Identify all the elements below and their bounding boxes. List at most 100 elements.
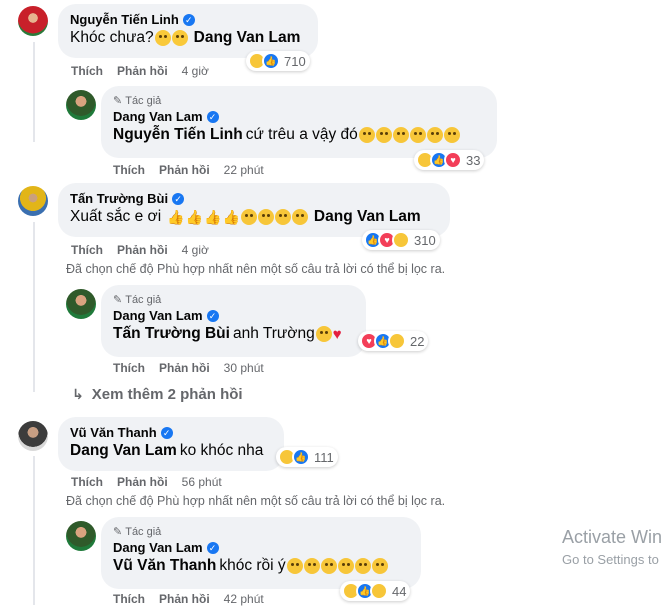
thumbs-up-emoji-icon: 👍: [222, 208, 240, 225]
like-button[interactable]: Thích: [71, 64, 103, 78]
avatar[interactable]: [18, 6, 48, 36]
reply-button[interactable]: Phản hồi: [159, 361, 210, 375]
thread-line: [33, 456, 35, 605]
weary-emoji-icon: [358, 127, 375, 143]
commenter-name[interactable]: Dang Van Lam ✓: [113, 109, 485, 124]
commenter-name-text[interactable]: Dang Van Lam: [113, 308, 203, 323]
like-button[interactable]: Thích: [113, 361, 145, 375]
commenter-name[interactable]: Nguyễn Tiến Linh ✓: [70, 12, 306, 27]
comment-actions: Thích Phản hồi 4 giờ: [71, 243, 209, 257]
comment-actions: Thích Phản hồi 22 phút: [113, 163, 264, 177]
mention-link[interactable]: Tấn Trường Bùi: [113, 325, 230, 343]
avatar[interactable]: [66, 90, 96, 120]
reaction-summary[interactable]: ♥ 👍 22: [358, 331, 429, 351]
avatar[interactable]: [18, 421, 48, 451]
reaction-count: 310: [414, 232, 436, 248]
reaction-summary[interactable]: 👍 111: [276, 447, 338, 467]
avatar[interactable]: [18, 186, 48, 216]
comment-body: Khóc chưa?: [70, 29, 154, 46]
reaction-count: 111: [314, 449, 334, 465]
commenter-name[interactable]: Tấn Trường Bùi ✓: [70, 191, 438, 206]
reaction-summary[interactable]: 👍 ♥ 33: [414, 150, 485, 170]
author-badge-label: Tác giả: [125, 525, 162, 538]
author-badge: ✎ Tác giả: [113, 525, 409, 539]
filtered-notice: Đã chọn chế độ Phù hợp nhất nên một số c…: [66, 494, 446, 508]
reaction-count: 22: [410, 333, 425, 349]
mention-link[interactable]: Dang Van Lam: [194, 29, 301, 47]
heart-eyes-emoji-icon: [315, 326, 332, 342]
reply-button[interactable]: Phản hồi: [159, 163, 210, 177]
reply-bubble: ✎ Tác giả Dang Van Lam ✓ Vũ Văn Thanh kh…: [101, 517, 421, 589]
pleading-emoji-icon: [303, 558, 320, 574]
author-badge: ✎ Tác giả: [113, 293, 354, 307]
reply-button[interactable]: Phản hồi: [117, 64, 168, 78]
avatar[interactable]: [66, 289, 96, 319]
mention-link[interactable]: Nguyễn Tiến Linh: [113, 126, 243, 144]
weary-emoji-icon: [392, 127, 409, 143]
reply-button[interactable]: Phản hồi: [117, 475, 168, 489]
commenter-name[interactable]: Vũ Văn Thanh ✓: [70, 425, 272, 440]
commenter-name-text[interactable]: Dang Van Lam: [113, 540, 203, 555]
comment-text: Tấn Trường Bùi anh Trường ♥: [113, 325, 354, 343]
thumbs-up-emoji-icon: 👍: [167, 208, 185, 225]
commenter-name-text[interactable]: Nguyễn Tiến Linh: [70, 12, 179, 27]
verified-badge-icon: ✓: [206, 110, 219, 123]
comment-text: Nguyễn Tiến Linh cứ trêu a vậy đó: [113, 126, 485, 144]
red-heart-emoji-icon: ♥: [332, 325, 342, 343]
comment-actions: Thích Phản hồi 56 phút: [71, 475, 222, 489]
commenter-name-text[interactable]: Vũ Văn Thanh: [70, 425, 157, 440]
commenter-name[interactable]: Dang Van Lam ✓: [113, 540, 409, 555]
comment-text: Dang Van Lam ko khóc nha: [70, 442, 272, 460]
timestamp[interactable]: 4 giờ: [182, 243, 209, 257]
comment-text: Xuất sắc e ơi 👍 👍 👍 👍 Dang Van Lam: [70, 208, 438, 226]
timestamp[interactable]: 42 phút: [224, 592, 264, 606]
verified-badge-icon: ✓: [206, 541, 219, 554]
commenter-name-text[interactable]: Dang Van Lam: [113, 109, 203, 124]
comment-text: Vũ Văn Thanh khóc rồi ý: [113, 557, 409, 575]
verified-badge-icon: ✓: [182, 13, 195, 26]
comment-body: anh Trường: [232, 325, 315, 342]
commenter-name[interactable]: Dang Van Lam ✓: [113, 308, 354, 323]
like-button[interactable]: Thích: [71, 475, 103, 489]
commenter-name-text[interactable]: Tấn Trường Bùi: [70, 191, 168, 206]
like-button[interactable]: Thích: [113, 163, 145, 177]
grin-emoji-icon: [274, 209, 291, 225]
activation-watermark-subtitle: Go to Settings to: [562, 552, 659, 567]
comment-bubble: Vũ Văn Thanh ✓ Dang Van Lam ko khóc nha: [58, 417, 284, 471]
reaction-count: 44: [392, 583, 407, 599]
haha-reaction-icon: [388, 332, 406, 350]
reply-arrow-icon: ↳: [72, 386, 84, 402]
comment-actions: Thích Phản hồi 4 giờ: [71, 64, 209, 78]
weary-emoji-icon: [371, 558, 388, 574]
view-more-replies-link[interactable]: ↳ Xem thêm 2 phản hồi: [72, 386, 243, 403]
mention-link[interactable]: Vũ Văn Thanh: [113, 557, 216, 575]
timestamp[interactable]: 4 giờ: [182, 64, 209, 78]
thumbs-up-emoji-icon: 👍: [185, 208, 204, 225]
like-button[interactable]: Thích: [113, 592, 145, 606]
comment-bubble: Tấn Trường Bùi ✓ Xuất sắc e ơi 👍 👍 👍 👍 D…: [58, 183, 450, 237]
timestamp[interactable]: 22 phút: [224, 163, 264, 177]
reaction-summary[interactable]: 👍 44: [340, 581, 411, 601]
grin-emoji-icon: [257, 209, 274, 225]
pleading-emoji-icon: [443, 127, 460, 143]
reply-button[interactable]: Phản hồi: [117, 243, 168, 257]
pleading-emoji-icon: [286, 558, 303, 574]
mention-link[interactable]: Dang Van Lam: [314, 208, 421, 226]
rofl-emoji-icon: [171, 30, 188, 46]
author-badge: ✎ Tác giả: [113, 94, 485, 108]
weary-emoji-icon: [337, 558, 354, 574]
like-button[interactable]: Thích: [71, 243, 103, 257]
activation-watermark-title: Activate Win: [562, 527, 663, 547]
like-reaction-icon: 👍: [292, 448, 310, 466]
reaction-summary[interactable]: 👍 710: [246, 51, 310, 71]
timestamp[interactable]: 56 phút: [182, 475, 222, 489]
reply-button[interactable]: Phản hồi: [159, 592, 210, 606]
view-more-replies-label[interactable]: Xem thêm 2 phản hồi: [92, 386, 243, 403]
mention-link[interactable]: Dang Van Lam: [70, 442, 177, 460]
avatar[interactable]: [66, 521, 96, 551]
author-badge-label: Tác giả: [125, 94, 162, 107]
pencil-icon: ✎: [113, 95, 123, 107]
timestamp[interactable]: 30 phút: [224, 361, 264, 375]
comment-body: ko khóc nha: [179, 442, 264, 459]
reaction-summary[interactable]: 👍 ♥ 310: [362, 230, 440, 250]
